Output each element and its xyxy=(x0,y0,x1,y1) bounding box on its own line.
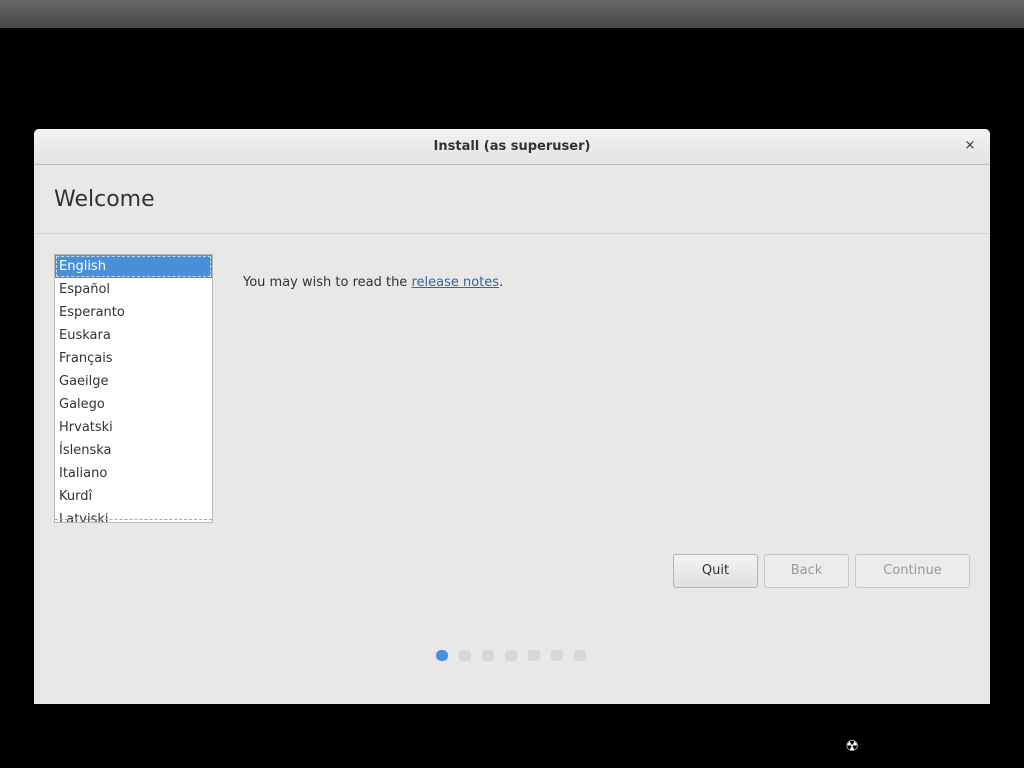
language-item[interactable]: Íslenska xyxy=(55,439,212,462)
progress-dot xyxy=(528,650,540,661)
language-item[interactable]: Hrvatski xyxy=(55,416,212,439)
language-list[interactable]: English Español Esperanto Euskara França… xyxy=(54,254,213,523)
language-item[interactable]: English xyxy=(55,255,212,278)
continue-button[interactable]: Continue xyxy=(855,554,970,588)
window-title: Install (as superuser) xyxy=(433,139,591,154)
progress-dot-active xyxy=(436,650,448,661)
page-title: Welcome xyxy=(54,187,155,212)
language-item[interactable]: Galego xyxy=(55,393,212,416)
quit-button[interactable]: Quit xyxy=(673,554,758,588)
language-item[interactable]: Français xyxy=(55,347,212,370)
progress-dot xyxy=(482,650,494,661)
language-item[interactable]: Esperanto xyxy=(55,301,212,324)
network-icon[interactable]: ☢ xyxy=(843,737,861,755)
installer-window: Install (as superuser) × Welcome English… xyxy=(34,129,990,704)
notes-suffix: . xyxy=(499,275,504,290)
release-notes-link[interactable]: release notes xyxy=(411,275,499,290)
progress-dot xyxy=(551,650,563,661)
progress-dots xyxy=(436,650,586,662)
language-item[interactable]: Español xyxy=(55,278,212,301)
notes-prefix: You may wish to read the xyxy=(243,275,412,290)
progress-dot xyxy=(459,650,471,661)
language-item[interactable]: Kurdî xyxy=(55,485,212,508)
release-notes-text: You may wish to read the release notes. xyxy=(243,275,503,290)
back-button[interactable]: Back xyxy=(764,554,849,588)
titlebar: Install (as superuser) × xyxy=(34,129,990,165)
list-scroll-edge xyxy=(55,519,212,522)
page-header: Welcome xyxy=(34,165,990,234)
language-item[interactable]: Gaeilge xyxy=(55,370,212,393)
close-icon[interactable]: × xyxy=(962,138,978,154)
top-panel xyxy=(0,0,1024,28)
language-item[interactable]: Italiano xyxy=(55,462,212,485)
progress-dot xyxy=(505,650,517,661)
language-item[interactable]: Euskara xyxy=(55,324,212,347)
progress-dot xyxy=(574,650,586,661)
